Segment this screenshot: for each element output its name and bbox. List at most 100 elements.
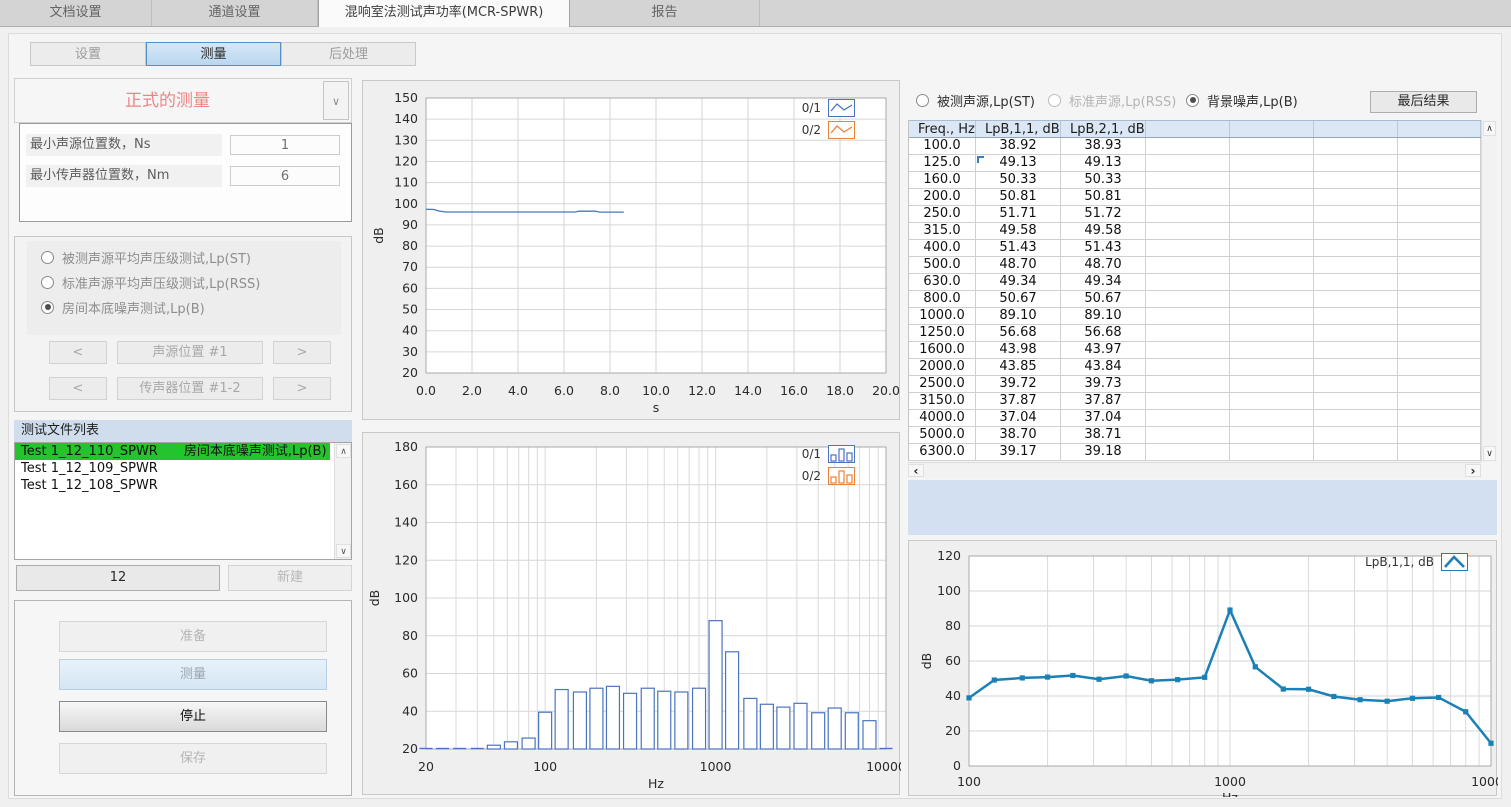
table-cell[interactable]: 37.04 xyxy=(976,410,1061,426)
table-cell[interactable] xyxy=(1314,206,1398,222)
table-row[interactable]: 2000.043.8543.84 xyxy=(909,359,1481,376)
table-cell[interactable] xyxy=(1230,223,1314,239)
table-cell[interactable]: 51.72 xyxy=(1061,206,1146,222)
table-cell[interactable] xyxy=(1398,240,1481,256)
table-cell[interactable] xyxy=(1230,376,1314,392)
table-cell[interactable] xyxy=(1314,444,1398,460)
new-file-button[interactable]: 新建 xyxy=(228,565,352,591)
table-cell[interactable] xyxy=(1314,240,1398,256)
table-cell[interactable]: 89.10 xyxy=(976,308,1061,324)
table-cell[interactable]: 38.93 xyxy=(1061,138,1146,154)
table-cell[interactable]: 39.18 xyxy=(1061,444,1146,460)
table-cell[interactable] xyxy=(1398,189,1481,205)
file-list-item-0[interactable]: Test 1_12_110_SPWR房间本底噪声测试,Lp(B) xyxy=(15,443,330,460)
table-cell[interactable]: 125.0 xyxy=(909,155,976,171)
scroll-right-icon[interactable]: › xyxy=(1465,464,1481,477)
table-cell[interactable]: 50.67 xyxy=(976,291,1061,307)
table-cell[interactable] xyxy=(1314,291,1398,307)
table-cell[interactable]: 4000.0 xyxy=(909,410,976,426)
table-header-6[interactable] xyxy=(1398,121,1481,137)
min-mic-positions-field[interactable]: 6 xyxy=(230,166,340,186)
table-cell[interactable]: 2000.0 xyxy=(909,359,976,375)
chevron-down-icon[interactable]: ∨ xyxy=(323,81,349,120)
table-header-0[interactable]: Freq., Hz xyxy=(909,121,976,137)
file-list-item-1[interactable]: Test 1_12_109_SPWR xyxy=(15,460,330,477)
table-cell[interactable]: 39.72 xyxy=(976,376,1061,392)
table-row[interactable]: 200.050.8150.81 xyxy=(909,189,1481,206)
table-row[interactable]: 1600.043.9843.97 xyxy=(909,342,1481,359)
table-cell[interactable]: 43.97 xyxy=(1061,342,1146,358)
table-cell[interactable] xyxy=(1314,189,1398,205)
table-cell[interactable]: 37.87 xyxy=(976,393,1061,409)
table-cell[interactable] xyxy=(1398,172,1481,188)
mic-position-button[interactable]: 传声器位置 #1-2 xyxy=(117,377,263,400)
final-result-button[interactable]: 最后结果 xyxy=(1370,91,1477,113)
table-row[interactable]: 400.051.4351.43 xyxy=(909,240,1481,257)
table-cell[interactable] xyxy=(1146,393,1230,409)
action-button-0[interactable]: 准备 xyxy=(59,621,327,652)
radio-icon[interactable] xyxy=(41,301,54,314)
table-cell[interactable] xyxy=(1230,240,1314,256)
table-cell[interactable] xyxy=(1398,206,1481,222)
table-cell[interactable] xyxy=(1314,376,1398,392)
table-header-3[interactable] xyxy=(1146,121,1230,137)
table-cell[interactable]: 43.98 xyxy=(976,342,1061,358)
table-cell[interactable] xyxy=(1314,410,1398,426)
action-button-1[interactable]: 测量 xyxy=(59,659,327,690)
table-cell[interactable] xyxy=(1398,291,1481,307)
subtab-2[interactable]: 后处理 xyxy=(281,42,416,66)
table-cell[interactable]: 56.68 xyxy=(1061,325,1146,341)
table-cell[interactable] xyxy=(1230,427,1314,443)
table-cell[interactable]: 315.0 xyxy=(909,223,976,239)
table-cell[interactable] xyxy=(1230,155,1314,171)
table-cell[interactable]: 50.33 xyxy=(976,172,1061,188)
table-cell[interactable] xyxy=(1146,257,1230,273)
table-cell[interactable] xyxy=(1230,308,1314,324)
table-row[interactable]: 630.049.3449.34 xyxy=(909,274,1481,291)
table-cell[interactable] xyxy=(1146,172,1230,188)
table-cell[interactable] xyxy=(1314,155,1398,171)
table-cell[interactable] xyxy=(1314,342,1398,358)
radio-icon[interactable] xyxy=(41,251,54,264)
table-cell[interactable] xyxy=(1398,342,1481,358)
table-cell[interactable]: 5000.0 xyxy=(909,427,976,443)
scroll-left-icon[interactable]: ‹ xyxy=(908,464,924,477)
table-cell[interactable]: 37.04 xyxy=(1061,410,1146,426)
table-header-5[interactable] xyxy=(1314,121,1398,137)
main-tab-2[interactable]: 混响室法测试声功率(MCR-SPWR) xyxy=(318,0,570,27)
table-header-1[interactable]: LpB,1,1, dB xyxy=(976,121,1061,137)
file-list-item-2[interactable]: Test 1_12_108_SPWR xyxy=(15,477,330,494)
table-cell[interactable] xyxy=(1146,138,1230,154)
scroll-up-icon[interactable]: ∧ xyxy=(1483,121,1496,136)
radio-icon[interactable] xyxy=(1048,94,1061,107)
table-cell[interactable] xyxy=(1398,393,1481,409)
table-cell[interactable] xyxy=(1230,291,1314,307)
table-cell[interactable] xyxy=(1146,291,1230,307)
table-cell[interactable]: 48.70 xyxy=(976,257,1061,273)
table-cell[interactable]: 89.10 xyxy=(1061,308,1146,324)
table-cell[interactable] xyxy=(1398,274,1481,290)
test-type-radio-0[interactable]: 被测声源平均声压级测试,Lp(ST) xyxy=(41,249,251,265)
file-count-button[interactable]: 12 xyxy=(16,565,220,591)
table-cell[interactable] xyxy=(1230,189,1314,205)
table-cell[interactable] xyxy=(1230,444,1314,460)
mic-position-prev-button[interactable]: < xyxy=(49,377,107,400)
table-cell[interactable] xyxy=(1146,359,1230,375)
table-cell[interactable] xyxy=(1146,444,1230,460)
table-cell[interactable]: 2500.0 xyxy=(909,376,976,392)
scroll-down-icon[interactable]: ∨ xyxy=(336,544,351,558)
table-cell[interactable] xyxy=(1398,410,1481,426)
table-cell[interactable] xyxy=(1230,325,1314,341)
main-tab-3[interactable]: 报告 xyxy=(570,0,760,26)
table-cell[interactable]: 1250.0 xyxy=(909,325,976,341)
table-cell[interactable] xyxy=(1146,376,1230,392)
table-cell[interactable]: 1000.0 xyxy=(909,308,976,324)
table-header-2[interactable]: LpB,2,1, dB xyxy=(1061,121,1146,137)
file-list-scrollbar[interactable]: ∧ ∨ xyxy=(334,443,351,559)
table-row[interactable]: 1000.089.1089.10 xyxy=(909,308,1481,325)
table-cell[interactable]: 49.58 xyxy=(976,223,1061,239)
radio-icon[interactable] xyxy=(41,276,54,289)
table-cell[interactable] xyxy=(1146,427,1230,443)
table-row[interactable]: 250.051.7151.72 xyxy=(909,206,1481,223)
table-row[interactable]: 2500.039.7239.73 xyxy=(909,376,1481,393)
